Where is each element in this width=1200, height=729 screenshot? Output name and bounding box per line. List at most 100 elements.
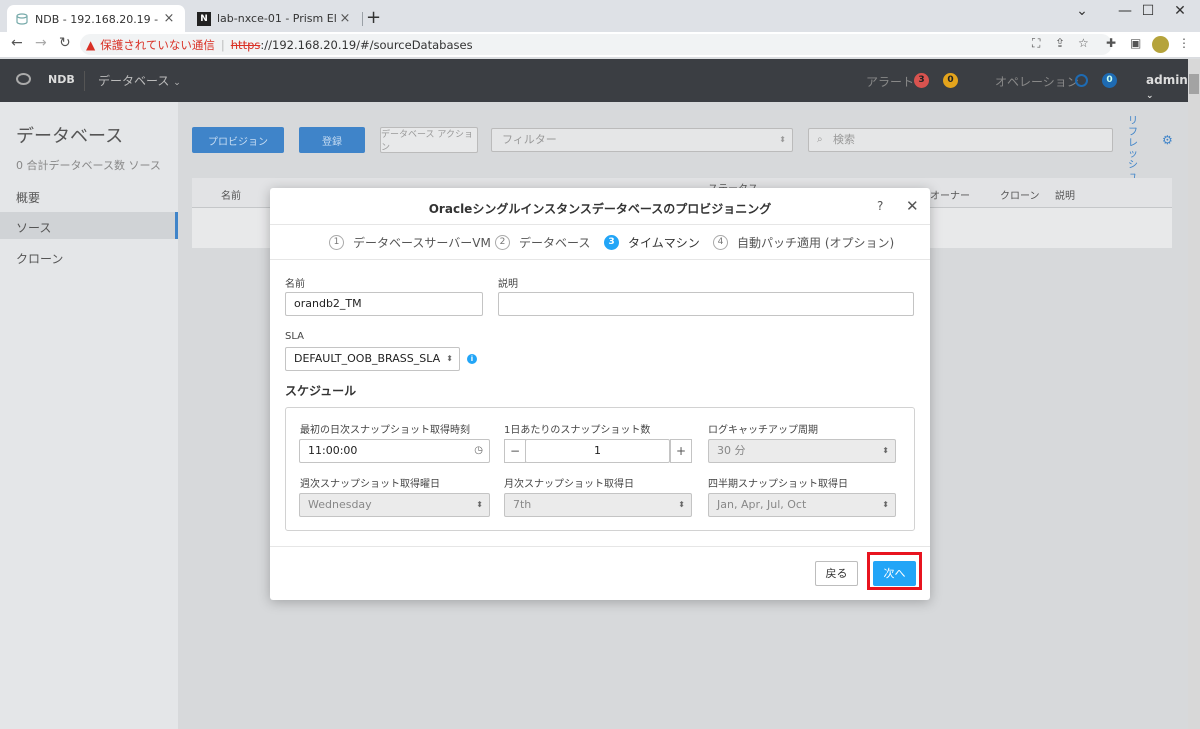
monthly-snapshot-label: 月次スナップショット取得日: [504, 479, 634, 490]
brand-name[interactable]: NDB: [48, 73, 75, 86]
dialog-title: Oracleシングルインスタンスデータベースのプロビジョニング: [428, 202, 772, 216]
column-description[interactable]: 説明: [1055, 187, 1075, 202]
browser-tab-ndb[interactable]: NDB - 192.168.20.19 - データベース ×: [7, 5, 185, 32]
select-caret-icon: ⬍: [779, 135, 786, 144]
log-catchup-value: 30 分: [717, 444, 746, 457]
select-caret-icon: ⬍: [678, 500, 685, 509]
quarterly-snapshot-select[interactable]: Jan, Apr, Jul, Oct ⬍: [708, 493, 896, 517]
browser-tab-prism[interactable]: N lab-nxce-01 - Prism Element ×: [189, 5, 361, 32]
sidebar-item-overview[interactable]: 概要: [16, 189, 40, 206]
page-scrollbar[interactable]: [1188, 59, 1200, 729]
step-number: 2: [495, 235, 510, 250]
new-tab-icon[interactable]: +: [366, 7, 381, 28]
refresh-link[interactable]: リフレッシュ: [1128, 116, 1142, 182]
filter-select[interactable]: フィルター ⬍: [491, 128, 793, 152]
app-header: NDB データベース ⌄ アラート 3 0 オペレーション 0 admin ⌄: [0, 59, 1188, 102]
sidebar-item-sources[interactable]: ソース: [16, 219, 51, 236]
step-auto-patch[interactable]: 4 自動パッチ適用 (オプション): [713, 234, 894, 251]
warning-triangle-icon: ▲: [86, 37, 96, 52]
chevron-down-icon: ⌄: [1146, 91, 1154, 101]
tab-title: lab-nxce-01 - Prism Element: [217, 12, 337, 25]
quarterly-snapshot-value: Jan, Apr, Jul, Oct: [717, 498, 807, 511]
close-tab-icon[interactable]: ×: [161, 11, 177, 26]
security-warning[interactable]: 保護されていない通信: [100, 37, 215, 53]
browser-tabstrip: NDB - 192.168.20.19 - データベース × N lab-nxc…: [0, 0, 1200, 32]
user-name: admin: [1146, 73, 1188, 87]
step-label: データベースサーバーVM: [353, 236, 491, 250]
translate-icon[interactable]: ⛶: [1032, 36, 1040, 51]
extensions-puzzle-icon[interactable]: ✚: [1106, 36, 1116, 50]
step-database[interactable]: 2 データベース: [495, 234, 590, 251]
log-catchup-select[interactable]: 30 分 ⬍: [708, 439, 896, 463]
search-placeholder: 検索: [833, 133, 855, 146]
register-button[interactable]: 登録: [299, 127, 365, 153]
share-icon[interactable]: ⇪: [1055, 36, 1065, 50]
column-clone[interactable]: クローン: [1000, 187, 1040, 202]
step-db-server-vm[interactable]: 1 データベースサーバーVM: [329, 234, 491, 251]
sla-value: DEFAULT_OOB_BRASS_SLA: [294, 352, 441, 365]
tab-separator: [362, 12, 363, 26]
operations-label[interactable]: オペレーション: [995, 73, 1079, 90]
prism-logo-icon: N: [197, 11, 211, 26]
select-caret-icon: ⬍: [476, 500, 483, 509]
operations-spinner-icon: [1075, 74, 1088, 87]
snapshots-per-day-input[interactable]: 1: [525, 439, 670, 463]
sidepanel-icon[interactable]: ▣: [1130, 36, 1141, 50]
footer-divider: [270, 546, 930, 547]
back-button[interactable]: 戻る: [815, 561, 858, 586]
operations-badge[interactable]: 0: [1102, 73, 1117, 88]
bookmark-star-icon[interactable]: ☆: [1078, 36, 1089, 50]
schedule-title: スケジュール: [285, 384, 357, 398]
name-input[interactable]: orandb2_TM: [285, 292, 483, 316]
quarterly-snapshot-label: 四半期スナップショット取得日: [708, 479, 848, 490]
menu-kebab-icon[interactable]: ⋮: [1178, 36, 1190, 50]
alerts-label[interactable]: アラート: [866, 73, 914, 90]
address-bar[interactable]: ▲ 保護されていない通信 | https ://192.168.20.19/#/…: [80, 34, 1112, 55]
sidebar-item-clones[interactable]: クローン: [16, 250, 63, 267]
close-icon[interactable]: ✕: [906, 197, 919, 215]
tab-title: NDB - 192.168.20.19 - データベース: [35, 12, 161, 26]
column-owner[interactable]: オーナー: [930, 187, 970, 202]
user-menu[interactable]: admin ⌄: [1146, 73, 1188, 101]
name-label: 名前: [285, 279, 305, 290]
database-action-button[interactable]: データベース アクション: [380, 127, 478, 153]
close-tab-icon[interactable]: ×: [337, 11, 353, 26]
nav-menu-databases[interactable]: データベース ⌄: [98, 72, 181, 89]
nav-menu-label: データベース: [98, 74, 170, 88]
gear-icon[interactable]: ⚙: [1162, 133, 1173, 147]
alert-badge-yellow[interactable]: 0: [943, 73, 958, 88]
first-snapshot-time-input[interactable]: 11:00:00 ◷: [299, 439, 490, 463]
scrollbar-thumb[interactable]: [1189, 74, 1199, 94]
profile-avatar[interactable]: [1152, 36, 1169, 53]
alert-badge-red[interactable]: 3: [914, 73, 929, 88]
forward-arrow-icon[interactable]: →: [35, 35, 47, 51]
back-arrow-icon[interactable]: ←: [11, 35, 23, 51]
database-action-label: データベース アクション: [381, 130, 473, 153]
monthly-snapshot-select[interactable]: 7th ⬍: [504, 493, 692, 517]
increment-button[interactable]: +: [670, 439, 692, 463]
next-button-highlight: [867, 552, 922, 590]
decrement-button[interactable]: −: [504, 439, 526, 463]
tab-search-icon[interactable]: ⌄: [1062, 3, 1102, 19]
reload-icon[interactable]: ↻: [59, 35, 71, 51]
weekly-snapshot-select[interactable]: Wednesday ⬍: [299, 493, 490, 517]
column-name[interactable]: 名前: [221, 187, 241, 202]
window-close-icon[interactable]: ✕: [1160, 3, 1200, 19]
clock-icon: ◷: [474, 445, 483, 456]
register-label: 登録: [322, 136, 342, 148]
url-scheme: https: [230, 37, 261, 52]
monthly-snapshot-value: 7th: [513, 498, 532, 511]
select-caret-icon: ⬍: [882, 446, 889, 455]
help-icon[interactable]: ?: [877, 199, 883, 213]
info-icon[interactable]: i: [467, 354, 477, 364]
search-input[interactable]: ⌕ 検索: [808, 128, 1113, 152]
step-label: タイムマシン: [628, 236, 700, 250]
description-input[interactable]: [498, 292, 914, 316]
provision-button[interactable]: プロビジョン: [192, 127, 284, 153]
address-separator: |: [220, 37, 225, 52]
description-label: 説明: [498, 279, 518, 290]
step-number: 1: [329, 235, 344, 250]
step-label: 自動パッチ適用 (オプション): [737, 236, 895, 250]
sla-select[interactable]: DEFAULT_OOB_BRASS_SLA ⬍: [285, 347, 460, 371]
step-time-machine[interactable]: 3 タイムマシン: [604, 234, 700, 251]
